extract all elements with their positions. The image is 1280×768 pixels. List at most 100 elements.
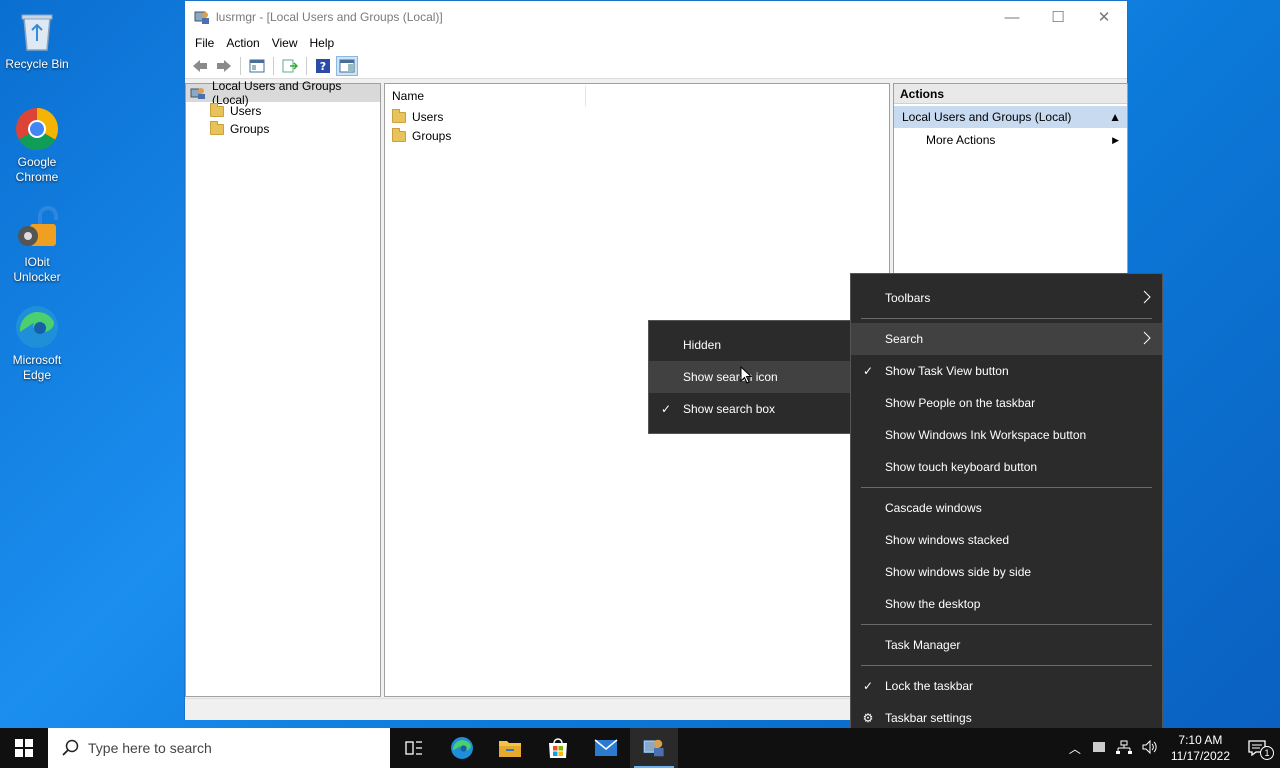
maximize-button[interactable]: ☐ (1035, 1, 1081, 33)
menu-item-label: Lock the taskbar (885, 679, 974, 693)
edge-desktop-icon[interactable]: Microsoft Edge (4, 304, 70, 383)
users-groups-icon (643, 739, 664, 757)
menu-show-windows-side-by-side[interactable]: Show windows side by side (851, 556, 1162, 588)
volume-icon[interactable] (1137, 739, 1163, 757)
gear-icon: ⚙ (862, 711, 874, 725)
taskbar-microsoft-store[interactable] (534, 728, 582, 768)
back-button[interactable] (189, 56, 211, 76)
taskbar-file-explorer[interactable] (486, 728, 534, 768)
menu-cascade-windows[interactable]: Cascade windows (851, 492, 1162, 524)
iobit-unlocker-desktop-icon[interactable]: IObit Unlocker (4, 206, 70, 285)
close-button[interactable]: ✕ (1081, 1, 1127, 33)
users-groups-icon (190, 86, 206, 100)
taskbar-search-box[interactable]: Type here to search (48, 728, 390, 768)
taskbar-context-menu: Toolbars Search ✓ Show Task View button … (850, 273, 1163, 743)
actions-section-local-users-and-groups[interactable]: Local Users and Groups (Local) ▲ (894, 106, 1127, 128)
taskbar-edge[interactable] (438, 728, 486, 768)
toolbar-separator (240, 56, 241, 75)
actions-section-label: Local Users and Groups (Local) (902, 110, 1072, 124)
menu-file[interactable]: File (189, 36, 220, 50)
show-action-pane-icon[interactable] (336, 55, 358, 76)
mouse-cursor-icon (740, 365, 753, 387)
list-item-users[interactable]: Users (385, 108, 889, 126)
recycle-bin-desktop-icon[interactable]: Recycle Bin (4, 8, 70, 72)
tree-item-groups[interactable]: Groups (186, 120, 380, 138)
task-view-button[interactable] (390, 728, 438, 768)
toolbar: ? (185, 53, 1127, 79)
desktop-icon-label: Microsoft Edge (12, 353, 62, 382)
search-icon (62, 739, 79, 756)
taskbar-mail[interactable] (582, 728, 630, 768)
title-bar[interactable]: lusrmgr - [Local Users and Groups (Local… (185, 1, 1127, 33)
more-actions-item[interactable]: More Actions ▶ (894, 128, 1127, 152)
list-item-groups[interactable]: Groups (385, 127, 889, 145)
mail-icon (594, 739, 618, 756)
menu-item-label: Task Manager (885, 638, 961, 652)
folder-icon (392, 108, 406, 123)
system-tray: ︿ 7:10 AM 11/17/2022 1 (1063, 728, 1280, 768)
clock[interactable]: 7:10 AM 11/17/2022 (1163, 732, 1238, 764)
forward-button[interactable] (213, 56, 235, 76)
unlocker-icon (14, 206, 60, 252)
network-icon[interactable] (1111, 740, 1137, 757)
taskbar: Type here to search ︿ 7:10 AM 11/17/2022… (0, 728, 1280, 768)
menu-item-label: Show windows stacked (885, 533, 1010, 547)
app-icon (194, 9, 210, 25)
list-item-label: Groups (412, 129, 452, 143)
search-option-show-search-box[interactable]: ✓ Show search box (649, 393, 851, 425)
actions-header: Actions (894, 84, 1127, 104)
collapse-up-icon[interactable]: ▲ (1109, 110, 1121, 124)
desktop-icon-label: IObit Unlocker (13, 255, 61, 284)
show-hidden-icons-chevron-icon[interactable]: ︿ (1063, 740, 1087, 757)
notification-count-badge: 1 (1260, 746, 1274, 760)
menu-toolbars[interactable]: Toolbars (851, 282, 1162, 314)
show-hide-console-tree-icon[interactable] (246, 56, 268, 76)
help-icon[interactable]: ? (312, 56, 334, 76)
menu-separator (861, 487, 1152, 488)
menu-show-people-on-taskbar[interactable]: Show People on the taskbar (851, 387, 1162, 419)
tray-app-icon[interactable] (1087, 741, 1111, 756)
menu-show-touch-keyboard-button[interactable]: Show touch keyboard button (851, 451, 1162, 483)
column-separator[interactable] (585, 86, 586, 106)
menu-help[interactable]: Help (304, 36, 341, 50)
menu-show-windows-stacked[interactable]: Show windows stacked (851, 524, 1162, 556)
minimize-button[interactable]: — (989, 1, 1035, 33)
search-option-hidden[interactable]: Hidden (649, 329, 851, 361)
console-tree-pane: Local Users and Groups (Local) Users Gro… (185, 79, 381, 697)
check-icon: ✓ (660, 402, 672, 416)
taskbar-lusrmgr[interactable] (630, 728, 678, 768)
check-icon: ✓ (862, 679, 874, 693)
menu-show-task-view-button[interactable]: ✓ Show Task View button (851, 355, 1162, 387)
folder-icon (210, 120, 224, 135)
tree-root-local-users-and-groups[interactable]: Local Users and Groups (Local) (186, 79, 380, 107)
tree-item-label: Groups (230, 122, 270, 136)
more-actions-label: More Actions (926, 133, 996, 147)
menu-task-manager[interactable]: Task Manager (851, 629, 1162, 661)
menu-item-label: Cascade windows (885, 501, 982, 515)
menu-action[interactable]: Action (220, 36, 265, 50)
start-button[interactable] (0, 728, 48, 768)
menu-lock-the-taskbar[interactable]: ✓ Lock the taskbar (851, 670, 1162, 702)
windows-logo-icon (15, 739, 33, 757)
chrome-desktop-icon[interactable]: Google Chrome (4, 106, 70, 185)
export-list-icon[interactable] (279, 56, 301, 76)
menu-view[interactable]: View (266, 36, 304, 50)
window-title: lusrmgr - [Local Users and Groups (Local… (216, 10, 443, 24)
search-placeholder: Type here to search (88, 740, 212, 756)
chevron-right-icon (1142, 290, 1152, 307)
menu-item-label: Show Windows Ink Workspace button (885, 428, 1087, 442)
menu-item-label: Show touch keyboard button (885, 460, 1038, 474)
menu-separator (861, 624, 1152, 625)
edge-icon (451, 737, 473, 759)
clock-time: 7:10 AM (1178, 733, 1223, 747)
svg-text:?: ? (320, 60, 326, 73)
action-center-button[interactable]: 1 (1238, 740, 1280, 760)
desktop-icon-label: Google Chrome (15, 155, 59, 184)
edge-icon (14, 304, 60, 350)
menu-show-windows-ink-workspace-button[interactable]: Show Windows Ink Workspace button (851, 419, 1162, 451)
menu-show-the-desktop[interactable]: Show the desktop (851, 588, 1162, 620)
column-header-name[interactable]: Name (385, 84, 889, 108)
menu-item-label: Show the desktop (885, 597, 981, 611)
menu-search[interactable]: Search (851, 323, 1162, 355)
clock-date: 11/17/2022 (1170, 749, 1230, 763)
